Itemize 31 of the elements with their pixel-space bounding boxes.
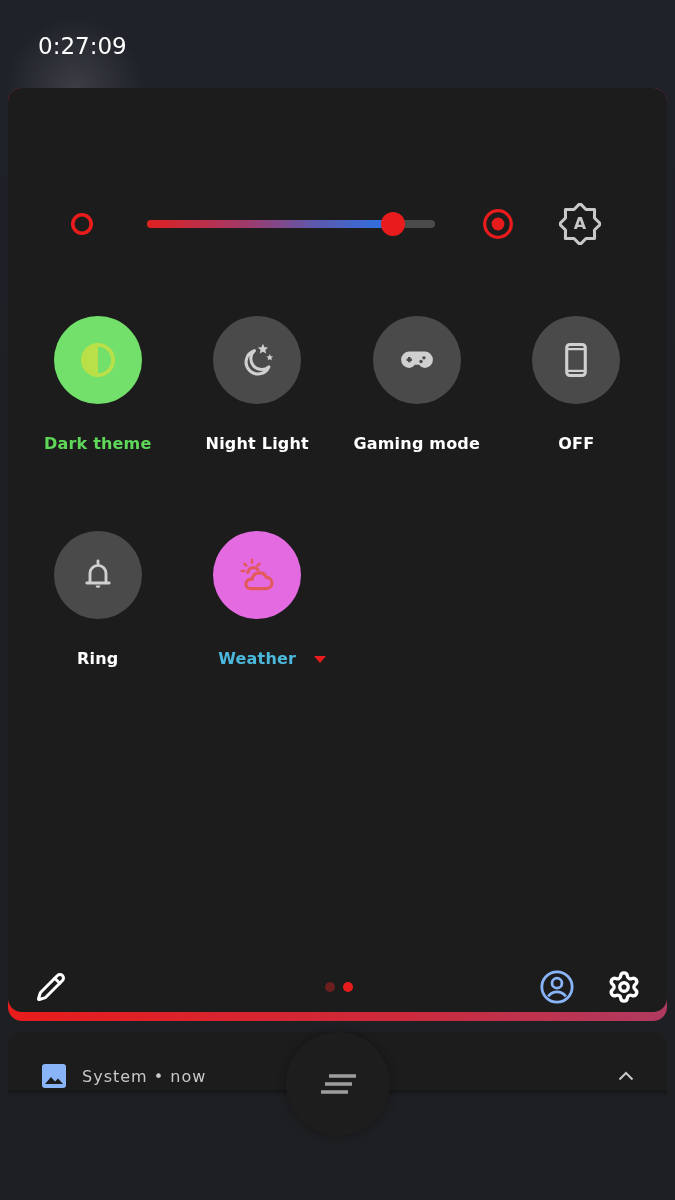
tile-label: OFF (558, 435, 595, 453)
star-outline-icon (559, 203, 601, 245)
settings-icon (607, 970, 641, 1004)
clock-time: 0:27:09 (38, 32, 127, 60)
contrast-icon (80, 343, 115, 377)
brightness-slider[interactable] (147, 212, 435, 236)
image-icon (42, 1064, 66, 1088)
gamepad-icon (399, 350, 434, 370)
user-button[interactable] (540, 970, 574, 1004)
phone-icon (564, 343, 589, 377)
cloud-sun-icon (240, 558, 275, 592)
notification-header: System • now (82, 1066, 207, 1086)
brightness-high-icon (483, 209, 513, 239)
tile-label: Ring (77, 650, 119, 668)
tile-label: Night Light (205, 435, 309, 453)
tile-label: Weather (218, 650, 297, 668)
caret-down-icon[interactable] (314, 656, 327, 663)
pencil-icon (36, 972, 66, 1002)
notification-card[interactable]: System • now (8, 1032, 667, 1136)
caret-up-icon (618, 1071, 634, 1081)
expand-button[interactable] (618, 1071, 634, 1081)
tile-label: Gaming mode (353, 435, 481, 453)
bell-icon (83, 559, 112, 591)
edit-button[interactable] (36, 972, 66, 1002)
user-icon (540, 970, 574, 1004)
settings-button[interactable] (607, 970, 641, 1004)
auto-brightness-button[interactable]: A (559, 203, 601, 245)
lines-icon (320, 1074, 356, 1094)
slider-thumb[interactable] (381, 212, 406, 236)
brightness-low-icon (70, 212, 94, 236)
tile-label: Dark theme (43, 435, 152, 453)
